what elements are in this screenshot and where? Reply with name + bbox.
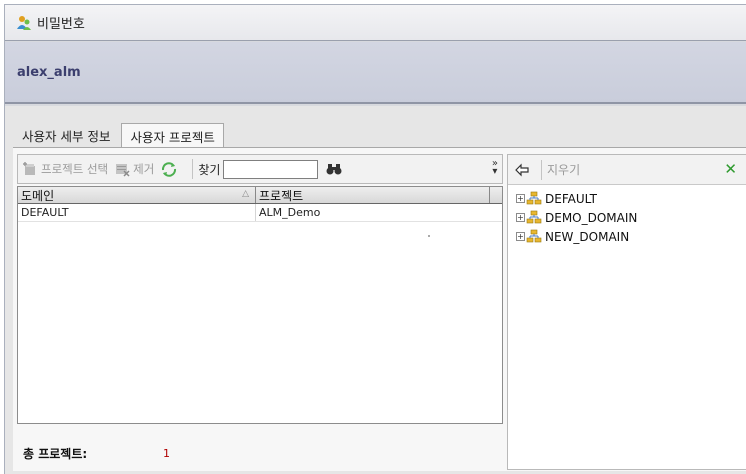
tree-item-demo-domain[interactable]: + DEMO_DOMAIN <box>508 208 746 227</box>
grid-header: 도메인 △ 프로젝트 <box>18 187 502 204</box>
user-header: alex_alm <box>5 42 746 104</box>
find-label: 찾기 <box>198 162 221 177</box>
total-projects-label: 총 프로젝트: <box>23 446 88 461</box>
title-bar: 비밀번호 <box>5 5 746 41</box>
tree-item-new-domain[interactable]: + NEW_DOMAIN <box>508 227 746 246</box>
user-name: alex_alm <box>17 64 81 80</box>
toolbar-overflow-icon[interactable]: » ▾ <box>492 159 498 177</box>
projects-pane: 프로젝트 선택 제거 찾기 » ▾ 도메인 △ 프로젝트 DEFAULT ALM… <box>17 154 503 470</box>
tab-user-details-label: 사용자 세부 정보 <box>22 129 111 144</box>
domain-icon <box>526 229 542 244</box>
cell-project: ALM_Demo <box>259 206 321 219</box>
tree-item-label: NEW_DOMAIN <box>545 229 630 244</box>
toolbar-divider <box>192 159 194 179</box>
domain-icon <box>526 191 542 206</box>
refresh-icon <box>160 161 178 177</box>
find-input[interactable] <box>223 159 319 179</box>
column-header-domain[interactable]: 도메인 △ <box>18 187 256 203</box>
content-area: 사용자 세부 정보 사용자 프로젝트 프로젝트 선택 제거 찾기 » ▾ 도메인… <box>5 106 746 474</box>
users-icon <box>15 14 33 32</box>
cell-domain: DEFAULT <box>18 204 256 221</box>
tab-user-projects-label: 사용자 프로젝트 <box>130 129 215 145</box>
remove-project-icon <box>114 161 130 177</box>
projects-grid: 도메인 △ 프로젝트 DEFAULT ALM_Demo <box>17 186 503 424</box>
select-project-label: 프로젝트 선택 <box>41 162 109 176</box>
refresh-button[interactable] <box>160 161 181 177</box>
column-header-project-label: 프로젝트 <box>259 188 304 203</box>
tree-item-label: DEMO_DOMAIN <box>545 210 638 225</box>
projects-toolbar: 프로젝트 선택 제거 찾기 » ▾ <box>17 154 503 184</box>
status-bar: 총 프로젝트: 1 <box>17 440 503 466</box>
tab-panel: 프로젝트 선택 제거 찾기 » ▾ 도메인 △ 프로젝트 DEFAULT ALM… <box>13 147 746 471</box>
table-row[interactable]: DEFAULT ALM_Demo <box>18 204 502 222</box>
clear-button[interactable]: 지우기 <box>547 161 580 178</box>
arrow-left-icon[interactable] <box>514 163 530 177</box>
sort-asc-icon: △ <box>242 189 249 199</box>
expand-icon[interactable]: + <box>516 213 525 222</box>
total-projects-count: 1 <box>163 446 170 460</box>
tree-item-default[interactable]: + DEFAULT <box>508 189 746 208</box>
domain-tree: + DEFAULT + DEMO_DOMAIN + NEW_DOMAIN <box>508 185 746 246</box>
tree-toolbar: 지우기 ✕ <box>508 155 746 185</box>
window-title: 비밀번호 <box>37 17 85 32</box>
domain-tree-pane: 지우기 ✕ + DEFAULT + DEMO_DOMAIN + NEW_DOMA… <box>507 154 746 470</box>
remove-button[interactable]: 제거 <box>114 161 154 177</box>
remove-label: 제거 <box>133 162 155 176</box>
column-header-project[interactable]: 프로젝트 <box>256 187 490 203</box>
domain-icon <box>526 210 542 225</box>
tree-item-label: DEFAULT <box>545 191 597 206</box>
tab-user-projects[interactable]: 사용자 프로젝트 <box>121 123 224 148</box>
expand-icon[interactable]: + <box>516 194 525 203</box>
grid-artifact <box>428 235 430 237</box>
tab-strip: 사용자 세부 정보 사용자 프로젝트 <box>13 123 226 148</box>
expand-icon[interactable]: + <box>516 232 525 241</box>
column-header-domain-label: 도메인 <box>21 188 55 203</box>
binoculars-icon[interactable] <box>326 162 342 176</box>
add-project-icon <box>22 161 38 177</box>
close-icon[interactable]: ✕ <box>724 160 737 178</box>
password-window: 비밀번호 alex_alm 사용자 세부 정보 사용자 프로젝트 프로젝트 선택… <box>4 4 746 474</box>
select-project-button[interactable]: 프로젝트 선택 <box>22 161 108 177</box>
tree-toolbar-divider <box>541 159 542 180</box>
tab-user-details[interactable]: 사용자 세부 정보 <box>13 123 119 147</box>
